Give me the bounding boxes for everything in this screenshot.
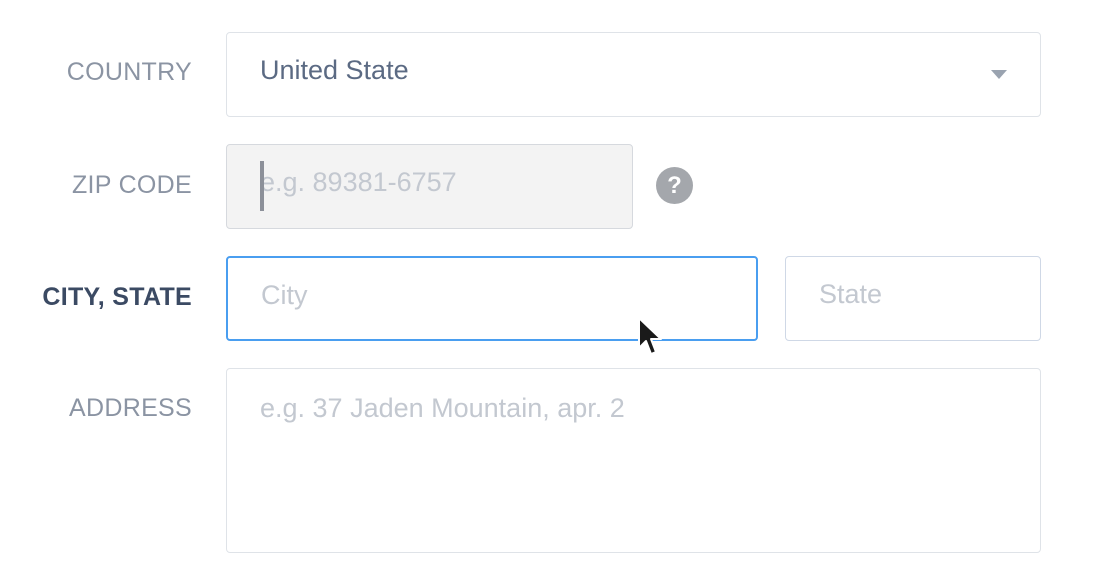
country-select[interactable]: United State bbox=[226, 32, 1041, 117]
mouse-pointer-icon bbox=[638, 317, 662, 355]
address-label: ADDRESS bbox=[69, 394, 192, 422]
state-placeholder: State bbox=[819, 279, 883, 309]
address-placeholder: e.g. 37 Jaden Mountain, apr. 2 bbox=[260, 393, 625, 423]
address-form: COUNTRY United State ZIP CODE e.g. 89381… bbox=[0, 0, 1096, 580]
city-state-label: CITY, STATE bbox=[42, 283, 192, 311]
zip-code-placeholder: e.g. 89381-6757 bbox=[260, 167, 457, 197]
zip-code-input[interactable]: e.g. 89381-6757 bbox=[226, 144, 633, 229]
address-textarea[interactable]: e.g. 37 Jaden Mountain, apr. 2 bbox=[226, 368, 1041, 553]
help-question-icon[interactable]: ? bbox=[656, 167, 693, 204]
country-value: United State bbox=[260, 55, 409, 85]
state-input[interactable]: State bbox=[785, 256, 1041, 341]
zip-code-label: ZIP CODE bbox=[71, 171, 192, 199]
country-label: COUNTRY bbox=[66, 58, 192, 86]
city-input[interactable]: City bbox=[226, 256, 758, 341]
text-caret bbox=[260, 161, 264, 211]
city-placeholder: City bbox=[261, 280, 308, 310]
chevron-down-icon bbox=[991, 70, 1007, 79]
